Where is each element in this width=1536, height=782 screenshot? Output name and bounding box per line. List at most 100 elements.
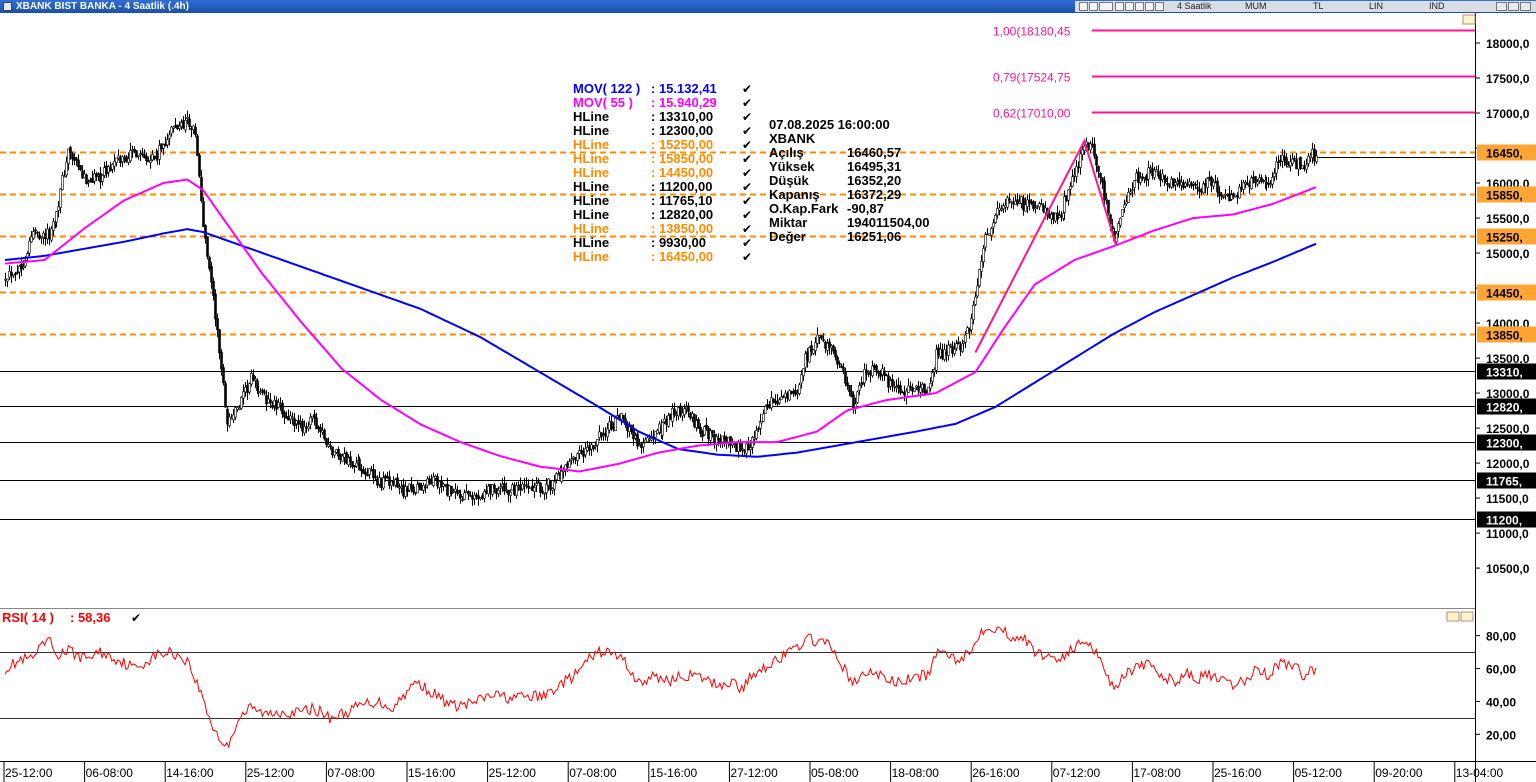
candle [1297,158,1300,176]
candle [1117,221,1120,238]
candle [871,360,874,378]
candle [1157,164,1160,179]
candle [208,255,211,272]
hline-check-icon[interactable]: ✔ [742,222,752,236]
info-symbol: XBANK [769,131,816,146]
candle [172,125,175,133]
mode-selector[interactable]: IND [1429,1,1445,12]
indicator-tool-icon[interactable] [1099,2,1113,11]
candle [91,171,94,183]
candle-body [244,386,247,393]
price-panel[interactable]: 1,00(18180,45 0,79(17524,75 0,62(17010,00 [0,25,1475,520]
hline-check-icon[interactable]: ✔ [742,236,752,250]
time-tick-label: 13-04:00 [1456,766,1504,780]
price-panel-menu-icon[interactable] [1462,14,1476,25]
pointer-tool-icon[interactable] [1089,2,1098,11]
candle-body [10,271,13,276]
close-icon[interactable] [1520,2,1531,11]
candle-body [1034,207,1037,210]
candle-body [1198,189,1201,192]
currency-selector[interactable]: TL [1313,1,1324,12]
mov55-check-icon[interactable]: ✔ [742,96,752,110]
candle [216,313,219,338]
candle [194,123,197,138]
candle-body [87,181,90,184]
candle [549,479,552,496]
candle-body [650,438,653,441]
candle [206,236,209,260]
rsi-check-icon[interactable]: ✔ [131,611,141,625]
candle [1145,173,1148,187]
refresh-icon[interactable] [1115,2,1124,11]
candle-body [143,154,146,159]
candle [1260,174,1263,184]
tools-icon[interactable] [1155,2,1164,11]
candle-body [71,153,74,160]
rsi-label: RSI( 14 ) [2,610,54,625]
hline-check-icon[interactable]: ✔ [742,166,752,180]
edit-icon[interactable] [1135,2,1144,11]
rsi-panel-close-icon[interactable] [1460,611,1474,622]
candle-body [1107,200,1110,214]
candle [160,143,163,152]
candle [1188,178,1191,188]
candle [85,173,88,185]
hline-check-icon[interactable]: ✔ [742,194,752,208]
candle [1234,195,1237,198]
candle [1178,172,1181,189]
drawing-tool-icon[interactable] [1079,2,1088,11]
candle-body [673,408,676,416]
candle [61,172,64,191]
hline-legend-label: HLine [573,249,609,264]
minimize-icon[interactable] [1496,2,1507,11]
candle-body [594,445,597,448]
candle [6,278,9,288]
candle-body [263,391,266,394]
rsi-panel[interactable]: 80,00 60,00 40,00 20,00 RSI( 14 ) : 58,36 ✔ [0,610,1516,749]
candle-body [85,174,88,185]
candle-body [1131,189,1134,191]
candle-body [194,126,197,136]
zoom-icon[interactable] [1125,2,1134,11]
hline-check-icon[interactable]: ✔ [742,180,752,194]
hline-check-icon[interactable]: ✔ [742,110,752,124]
price-tick-label: 12000,0 [1486,457,1530,471]
hline-check-icon[interactable]: ✔ [742,138,752,152]
chart-area[interactable]: 1,00(18180,450,79(17524,750,62(17010,00 … [0,13,1536,782]
candle [1155,165,1158,172]
restore-icon[interactable] [1508,2,1519,11]
mov122-check-icon[interactable]: ✔ [742,82,752,96]
period-selector[interactable]: 4 Saatlik [1177,1,1212,12]
candle-body [1067,189,1070,201]
candle-body [1010,201,1013,203]
hline-check-icon[interactable]: ✔ [742,208,752,222]
candle-body [822,339,825,341]
candle-body [113,161,116,167]
candle [214,289,217,327]
candle-body [1178,179,1181,186]
hline-check-icon[interactable]: ✔ [742,124,752,138]
fib-label: 1,00(18180,45 [993,25,1071,39]
fibonacci-levels: 1,00(18180,45 0,79(17524,75 0,62(17010,00 [993,25,1475,121]
candle-body [974,296,977,305]
candle [1135,169,1138,181]
candle [990,226,993,241]
hline-check-icon[interactable]: ✔ [742,152,752,166]
candle [1036,204,1039,210]
settings-icon[interactable] [1145,2,1154,11]
scale-selector[interactable]: LIN [1369,1,1383,12]
candle [576,452,579,466]
candle-body [642,442,645,448]
candle-body [137,155,140,157]
candle-body [459,493,462,498]
chart-style-selector[interactable]: MUM [1245,1,1267,12]
candle-body [1295,160,1298,170]
candle [97,172,100,182]
rsi-panel-menu-icon[interactable] [1446,611,1460,622]
hline-check-icon[interactable]: ✔ [742,250,752,264]
candle-body [1301,165,1304,169]
candle-body [1226,194,1229,196]
horizontal-lines [0,151,1475,520]
candle-body [1091,143,1094,146]
candle [1028,193,1031,211]
